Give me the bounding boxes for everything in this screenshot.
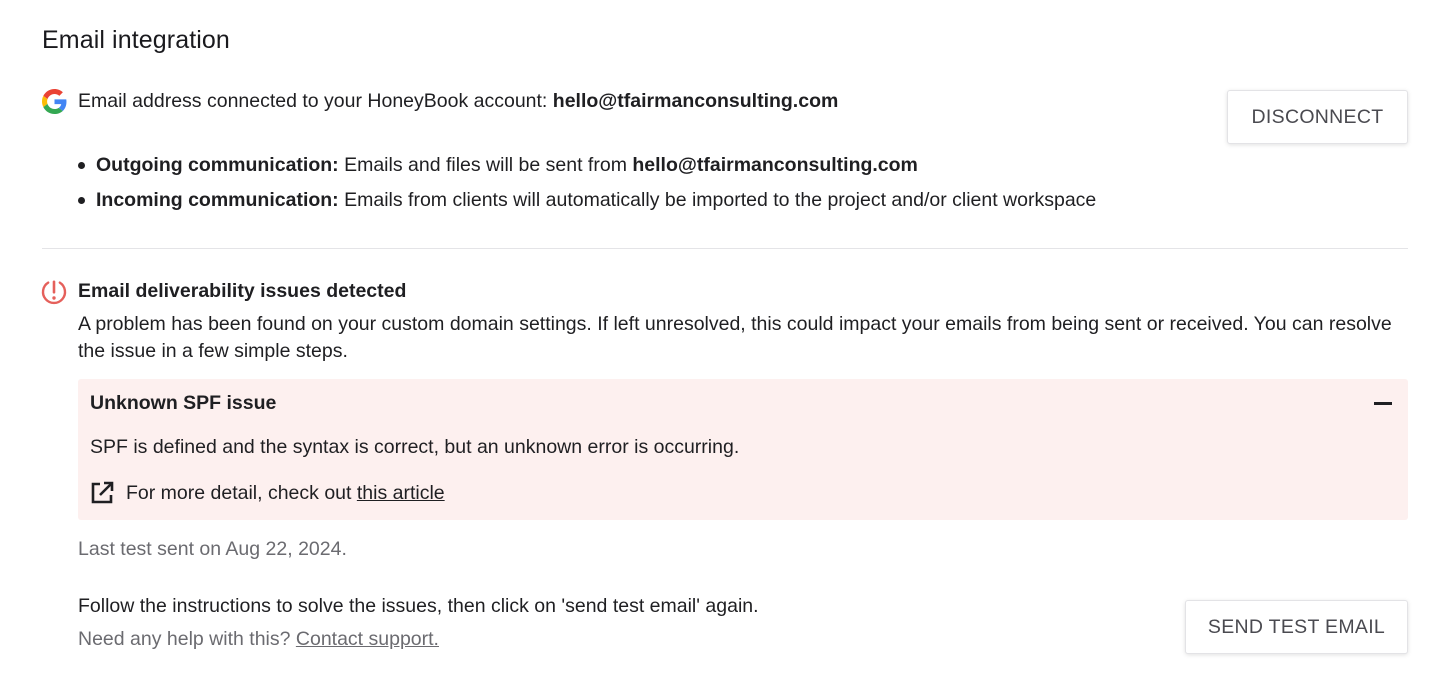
list-item: Incoming communication: Emails from clie… xyxy=(78,185,1097,220)
list-item: Outgoing communication: Emails and files… xyxy=(78,150,1096,185)
divider xyxy=(42,248,1408,249)
article-link[interactable]: this article xyxy=(357,482,445,505)
page-title: Email integration xyxy=(42,26,230,54)
outgoing-label: Outgoing communication: xyxy=(96,154,339,176)
external-link-icon xyxy=(91,481,114,504)
google-icon xyxy=(42,89,67,114)
minus-bar xyxy=(1374,402,1392,405)
outgoing-email: hello@tfairmanconsulting.com xyxy=(632,154,918,176)
last-test-text: Last test sent on Aug 22, 2024. xyxy=(78,538,347,560)
connected-email: hello@tfairmanconsulting.com xyxy=(552,90,839,112)
issue-title: Unknown SPF issue xyxy=(90,392,277,414)
collapse-minus-icon[interactable] xyxy=(1372,393,1394,415)
email-integration-panel: Email integration Email address connecte… xyxy=(41,0,1408,688)
connected-account-row: Email address connected to your HoneyBoo… xyxy=(42,89,838,114)
help-row: Need any help with this? Contact support… xyxy=(78,628,439,651)
incoming-text: Emails from clients will automatically b… xyxy=(344,189,1097,211)
disconnect-button[interactable]: DISCONNECT xyxy=(1227,90,1408,144)
outgoing-text: Emails and files will be sent from xyxy=(344,154,627,176)
deliverability-title: Email deliverability issues detected xyxy=(78,280,407,302)
incoming-label: Incoming communication: xyxy=(96,189,339,211)
alert-circle-icon xyxy=(41,280,67,305)
send-test-email-button[interactable]: SEND TEST EMAIL xyxy=(1185,600,1408,654)
bullet-icon xyxy=(78,197,85,204)
instructions-text: Follow the instructions to solve the iss… xyxy=(78,595,759,617)
issue-panel: Unknown SPF issue SPF is defined and the… xyxy=(78,379,1408,520)
issue-detail-row: For more detail, check out this article xyxy=(90,481,445,505)
contact-support-link[interactable]: Contact support. xyxy=(296,628,439,650)
help-prefix: Need any help with this? xyxy=(78,628,291,650)
connected-label: Email address connected to your HoneyBoo… xyxy=(78,90,548,112)
detail-prefix: For more detail, check out xyxy=(126,481,352,504)
bullet-icon xyxy=(78,162,85,169)
issue-text: SPF is defined and the syntax is correct… xyxy=(90,436,740,458)
deliverability-description: A problem has been found on your custom … xyxy=(78,313,1392,362)
communication-list: Outgoing communication: Emails and files… xyxy=(78,150,1097,220)
